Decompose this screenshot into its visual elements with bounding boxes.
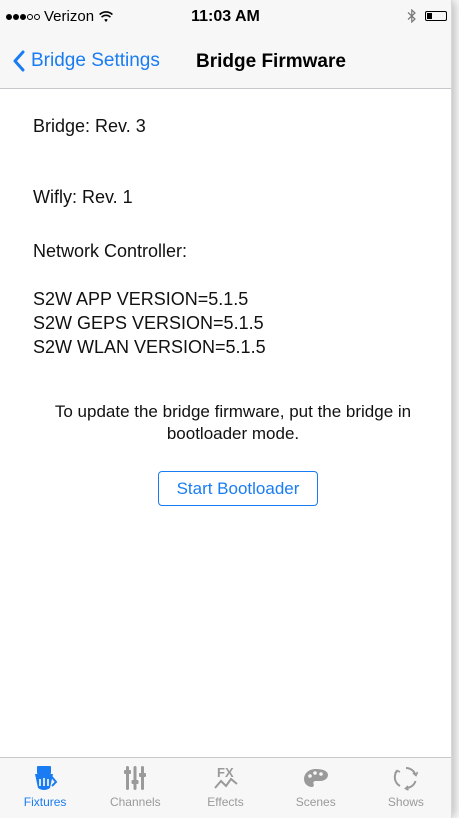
- battery-level: [427, 13, 432, 19]
- phone-screen: Verizon 11:03 AM Bridge Settings Bridge …: [0, 0, 452, 818]
- network-controller-label: Network Controller:: [33, 241, 188, 261]
- channels-icon: [124, 766, 147, 790]
- update-instructions: To update the bridge firmware, put the b…: [54, 402, 412, 443]
- wifly-revision: Wifly: Rev. 1: [33, 187, 133, 207]
- tab-bar: Fixtures Channels FX Effects Scenes Show…: [0, 757, 451, 818]
- status-right: [407, 9, 447, 23]
- effects-icon: FX: [213, 765, 238, 789]
- svg-text:FX: FX: [217, 765, 234, 780]
- tab-fixtures[interactable]: Fixtures: [0, 758, 90, 818]
- tab-label-effects: Effects: [207, 795, 244, 809]
- tab-label-scenes: Scenes: [295, 795, 336, 809]
- page-title: Bridge Firmware: [196, 51, 346, 72]
- tab-scenes[interactable]: Scenes: [271, 758, 361, 818]
- geps-version: S2W GEPS VERSION=5.1.5: [33, 313, 264, 333]
- app-version: S2W APP VERSION=5.1.5: [33, 289, 249, 309]
- tab-label-shows: Shows: [387, 795, 424, 809]
- shows-icon: [393, 767, 419, 791]
- bluetooth-icon: [407, 9, 416, 23]
- status-time: 11:03 AM: [191, 8, 260, 25]
- tab-label-fixtures: Fixtures: [23, 795, 67, 809]
- wlan-version: S2W WLAN VERSION=5.1.5: [33, 337, 266, 357]
- chevron-left-icon: [13, 50, 25, 72]
- status-bar: Verizon 11:03 AM: [0, 0, 451, 36]
- back-button-label: Bridge Settings: [31, 50, 160, 71]
- fixtures-icon: [35, 766, 58, 790]
- tab-label-channels: Channels: [109, 795, 161, 809]
- battery-icon: [425, 11, 447, 21]
- back-button[interactable]: Bridge Settings: [12, 50, 160, 72]
- navigation-bar: Bridge Settings Bridge Firmware: [0, 36, 451, 89]
- tab-shows[interactable]: Shows: [361, 758, 451, 818]
- bridge-revision: Bridge: Rev. 3: [33, 116, 146, 136]
- tab-effects[interactable]: FX Effects: [180, 758, 270, 818]
- scenes-icon: [303, 769, 328, 787]
- tab-channels[interactable]: Channels: [90, 758, 180, 818]
- start-bootloader-button[interactable]: Start Bootloader: [158, 471, 318, 506]
